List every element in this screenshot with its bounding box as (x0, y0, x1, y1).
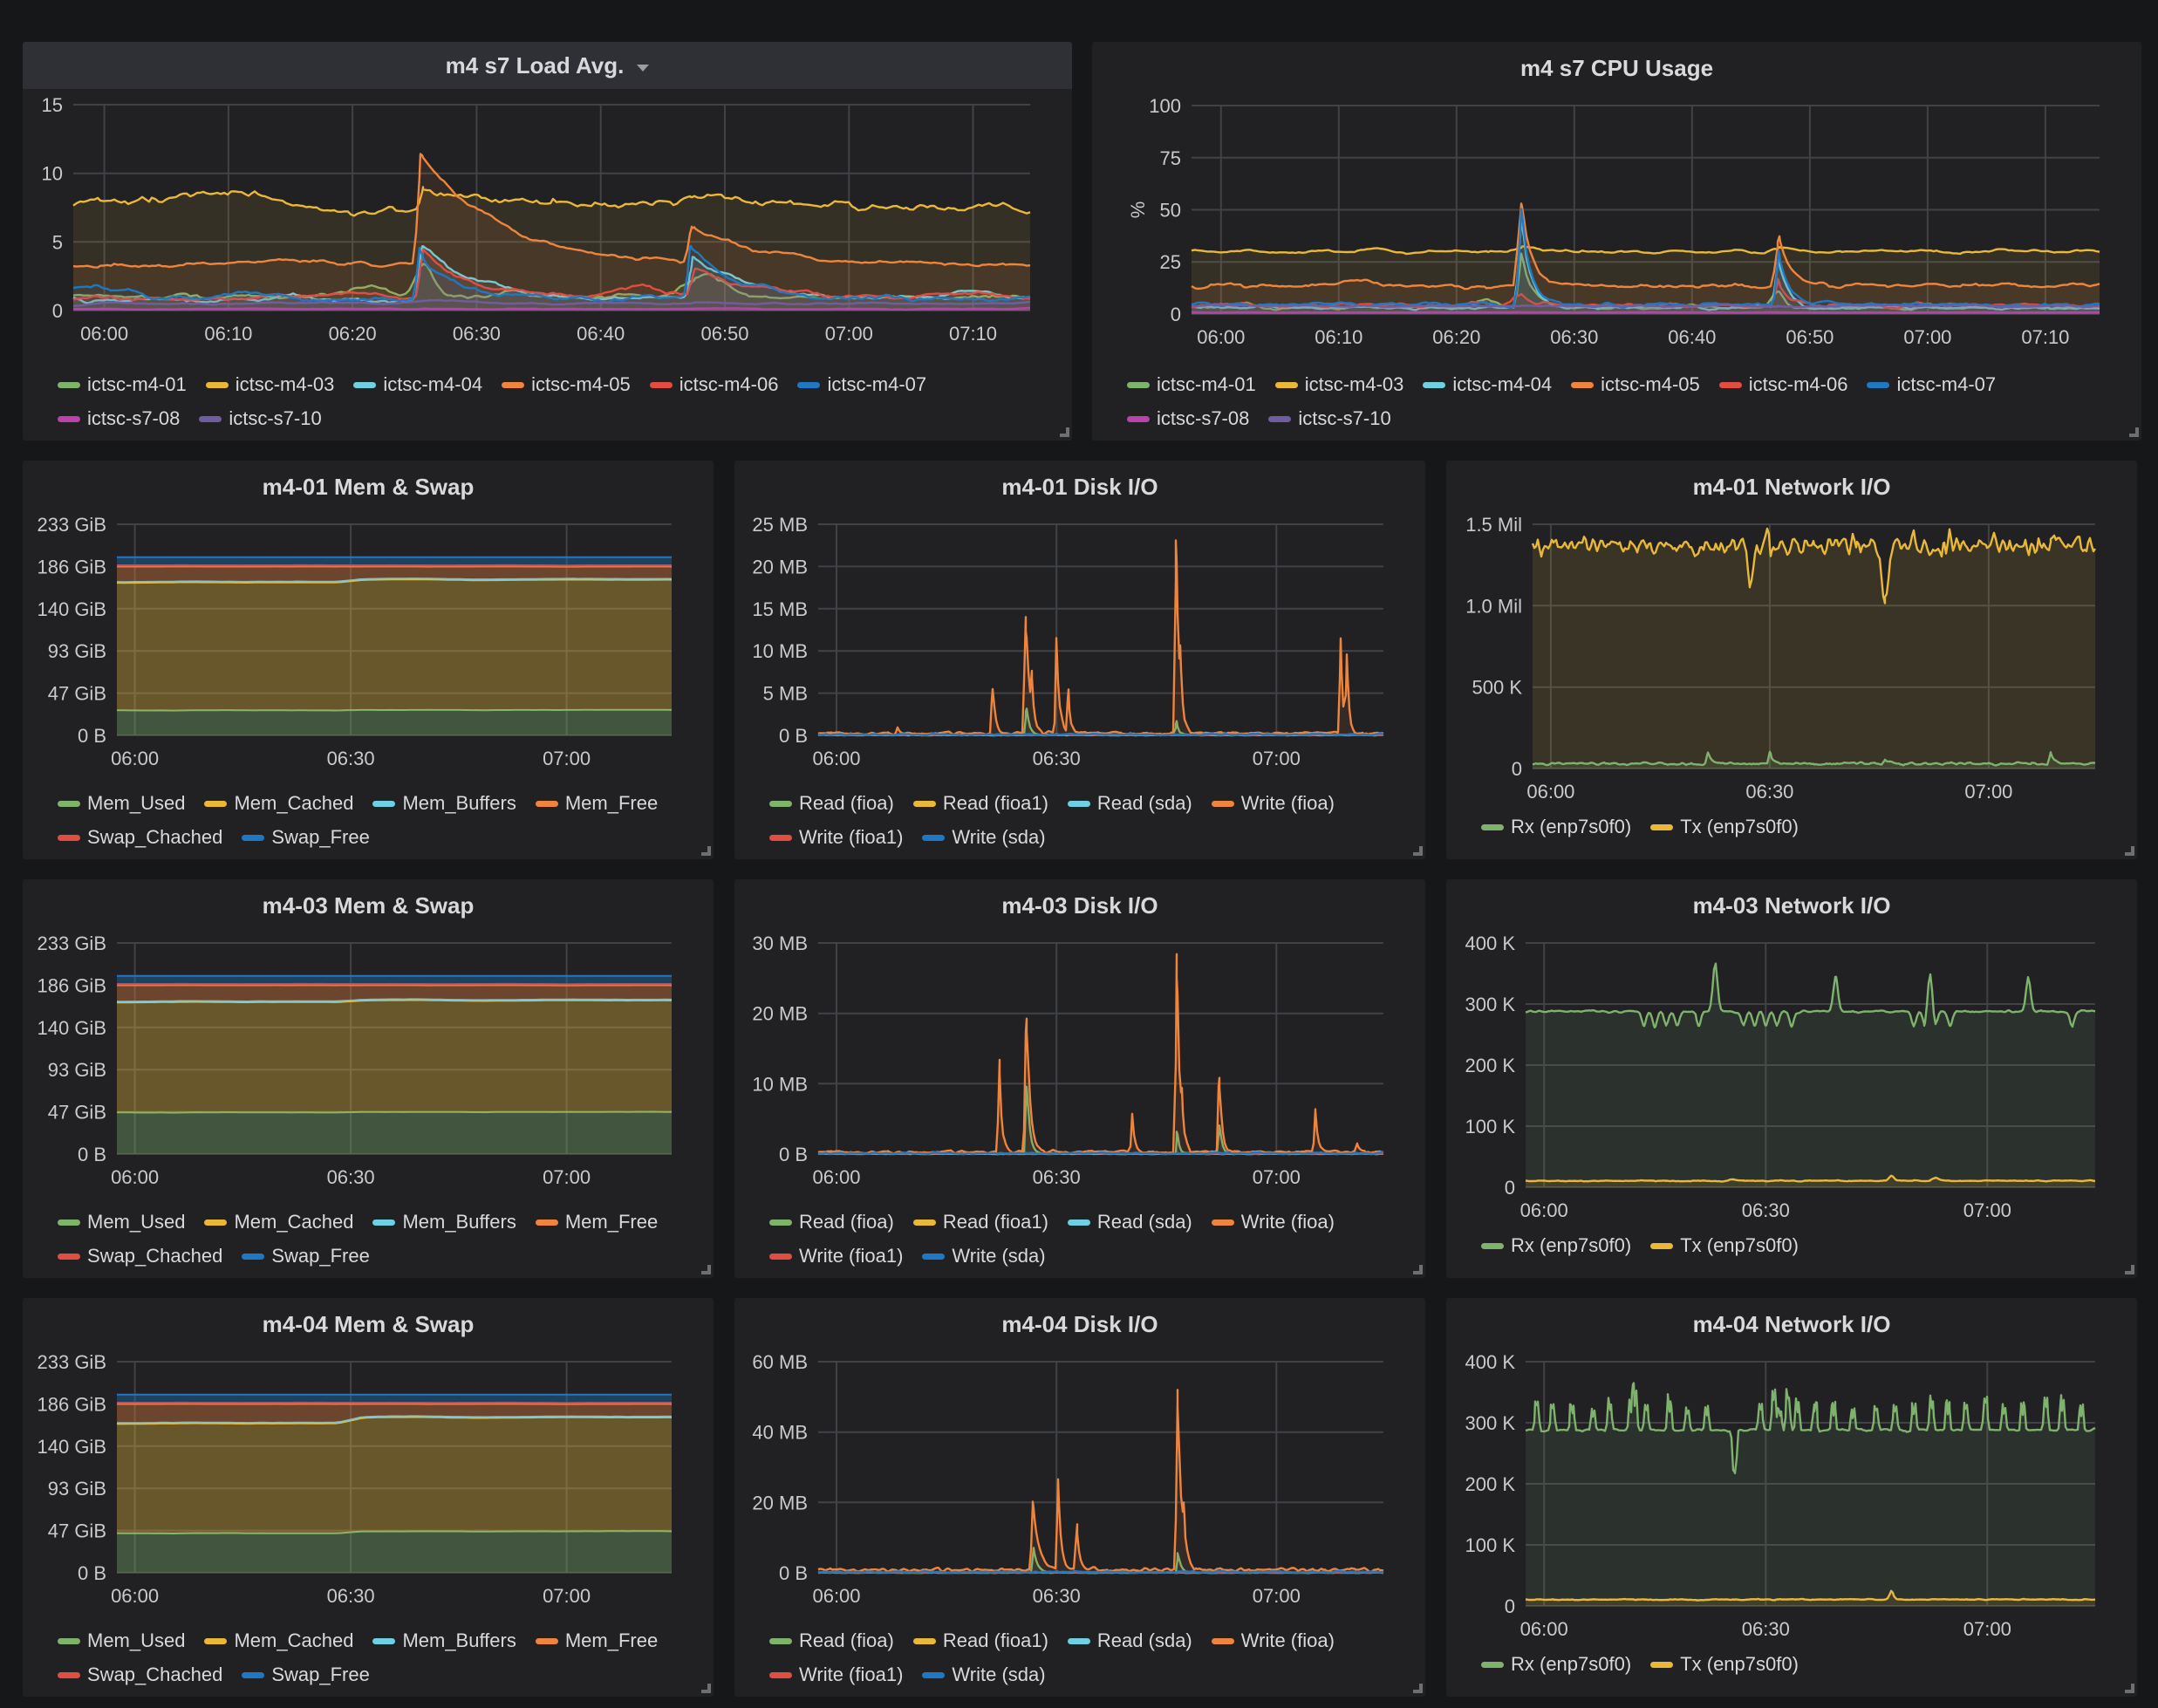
svg-text:0: 0 (1505, 1595, 1515, 1617)
svg-text:140 GiB: 140 GiB (38, 1436, 107, 1458)
svg-text:50: 50 (1160, 200, 1181, 222)
svg-text:0 B: 0 B (78, 725, 106, 747)
svg-text:0 B: 0 B (78, 1562, 106, 1584)
svg-text:07:00: 07:00 (1253, 1166, 1301, 1188)
svg-text:40 MB: 40 MB (752, 1422, 808, 1444)
svg-text:0: 0 (1512, 758, 1522, 780)
svg-text:07:10: 07:10 (2021, 326, 2069, 348)
svg-text:06:00: 06:00 (812, 1166, 860, 1188)
svg-text:47 GiB: 47 GiB (48, 1102, 106, 1124)
svg-text:06:30: 06:30 (1745, 781, 1793, 803)
svg-text:233 GiB: 233 GiB (38, 514, 107, 536)
svg-text:06:30: 06:30 (327, 748, 375, 769)
svg-text:60 MB: 60 MB (752, 1351, 808, 1373)
svg-text:0 B: 0 B (78, 1144, 106, 1165)
svg-text:20 MB: 20 MB (752, 556, 808, 577)
svg-text:06:00: 06:00 (1197, 326, 1245, 348)
svg-text:07:10: 07:10 (949, 323, 997, 345)
svg-text:07:00: 07:00 (825, 323, 873, 345)
svg-text:75: 75 (1160, 147, 1181, 169)
svg-text:07:00: 07:00 (1253, 1585, 1301, 1607)
svg-text:06:20: 06:20 (329, 323, 377, 345)
svg-text:06:40: 06:40 (577, 323, 625, 345)
svg-text:06:00: 06:00 (812, 748, 860, 769)
svg-text:06:00: 06:00 (111, 748, 159, 769)
svg-text:07:00: 07:00 (1253, 748, 1301, 769)
svg-text:140 GiB: 140 GiB (38, 1017, 107, 1039)
svg-text:06:40: 06:40 (1668, 326, 1716, 348)
svg-text:15 MB: 15 MB (752, 598, 808, 620)
svg-text:07:00: 07:00 (1964, 781, 2012, 803)
svg-text:07:00: 07:00 (1963, 1199, 2011, 1221)
svg-text:5: 5 (52, 231, 63, 253)
svg-text:06:20: 06:20 (1432, 326, 1480, 348)
svg-text:400 K: 400 K (1465, 1351, 1516, 1373)
svg-text:07:00: 07:00 (1963, 1618, 2011, 1640)
svg-text:186 GiB: 186 GiB (38, 1393, 107, 1415)
svg-text:1.0 Mil: 1.0 Mil (1465, 595, 1522, 617)
svg-text:06:30: 06:30 (1033, 1166, 1081, 1188)
svg-text:93 GiB: 93 GiB (48, 1478, 106, 1500)
svg-text:186 GiB: 186 GiB (38, 974, 107, 996)
svg-text:233 GiB: 233 GiB (38, 933, 107, 954)
svg-text:233 GiB: 233 GiB (38, 1351, 107, 1373)
svg-text:06:00: 06:00 (812, 1585, 860, 1607)
svg-text:06:00: 06:00 (1520, 1199, 1568, 1221)
svg-text:10 MB: 10 MB (752, 640, 808, 662)
svg-text:93 GiB: 93 GiB (48, 640, 106, 662)
svg-text:93 GiB: 93 GiB (48, 1059, 106, 1081)
svg-text:100: 100 (1149, 95, 1181, 117)
svg-text:06:10: 06:10 (204, 323, 252, 345)
svg-text:20 MB: 20 MB (752, 1003, 808, 1025)
svg-text:25: 25 (1160, 251, 1181, 273)
svg-text:0 B: 0 B (779, 725, 808, 747)
svg-text:06:30: 06:30 (327, 1585, 375, 1607)
svg-text:07:00: 07:00 (1903, 326, 1951, 348)
svg-text:200 K: 200 K (1465, 1473, 1516, 1495)
svg-text:07:00: 07:00 (543, 748, 591, 769)
svg-text:5 MB: 5 MB (763, 683, 808, 705)
svg-text:06:00: 06:00 (111, 1585, 159, 1607)
svg-text:06:30: 06:30 (327, 1166, 375, 1188)
svg-text:140 GiB: 140 GiB (38, 598, 107, 620)
svg-text:300 K: 300 K (1465, 1412, 1516, 1434)
svg-text:06:30: 06:30 (1033, 1585, 1081, 1607)
svg-text:0: 0 (52, 300, 63, 322)
svg-text:30 MB: 30 MB (752, 933, 808, 954)
svg-text:0 B: 0 B (779, 1562, 808, 1584)
svg-text:06:30: 06:30 (1742, 1199, 1790, 1221)
svg-text:06:00: 06:00 (1526, 781, 1574, 803)
svg-text:06:00: 06:00 (111, 1166, 159, 1188)
svg-text:100 K: 100 K (1465, 1534, 1516, 1556)
svg-text:06:50: 06:50 (1786, 326, 1834, 348)
svg-text:07:00: 07:00 (543, 1585, 591, 1607)
svg-text:186 GiB: 186 GiB (38, 556, 107, 577)
svg-text:47 GiB: 47 GiB (48, 683, 106, 705)
svg-text:06:00: 06:00 (1520, 1618, 1568, 1640)
svg-text:06:50: 06:50 (700, 323, 748, 345)
svg-text:%: % (1127, 202, 1149, 219)
svg-text:15: 15 (42, 94, 63, 116)
svg-text:06:10: 06:10 (1315, 326, 1362, 348)
svg-text:20 MB: 20 MB (752, 1492, 808, 1513)
svg-text:06:30: 06:30 (1742, 1618, 1790, 1640)
svg-text:06:30: 06:30 (453, 323, 501, 345)
svg-text:10 MB: 10 MB (752, 1073, 808, 1095)
svg-text:1.5 Mil: 1.5 Mil (1465, 514, 1522, 536)
svg-text:200 K: 200 K (1465, 1055, 1516, 1076)
svg-text:300 K: 300 K (1465, 994, 1516, 1015)
svg-text:0 B: 0 B (779, 1144, 808, 1165)
svg-text:06:30: 06:30 (1033, 748, 1081, 769)
svg-text:100 K: 100 K (1465, 1116, 1516, 1138)
svg-text:0: 0 (1171, 304, 1181, 325)
svg-text:07:00: 07:00 (543, 1166, 591, 1188)
svg-text:400 K: 400 K (1465, 933, 1516, 954)
svg-text:25 MB: 25 MB (752, 514, 808, 536)
svg-text:47 GiB: 47 GiB (48, 1520, 106, 1542)
svg-text:0: 0 (1505, 1177, 1515, 1199)
svg-text:06:30: 06:30 (1550, 326, 1598, 348)
svg-text:10: 10 (42, 163, 63, 185)
svg-text:500 K: 500 K (1472, 677, 1523, 699)
svg-text:06:00: 06:00 (80, 323, 128, 345)
